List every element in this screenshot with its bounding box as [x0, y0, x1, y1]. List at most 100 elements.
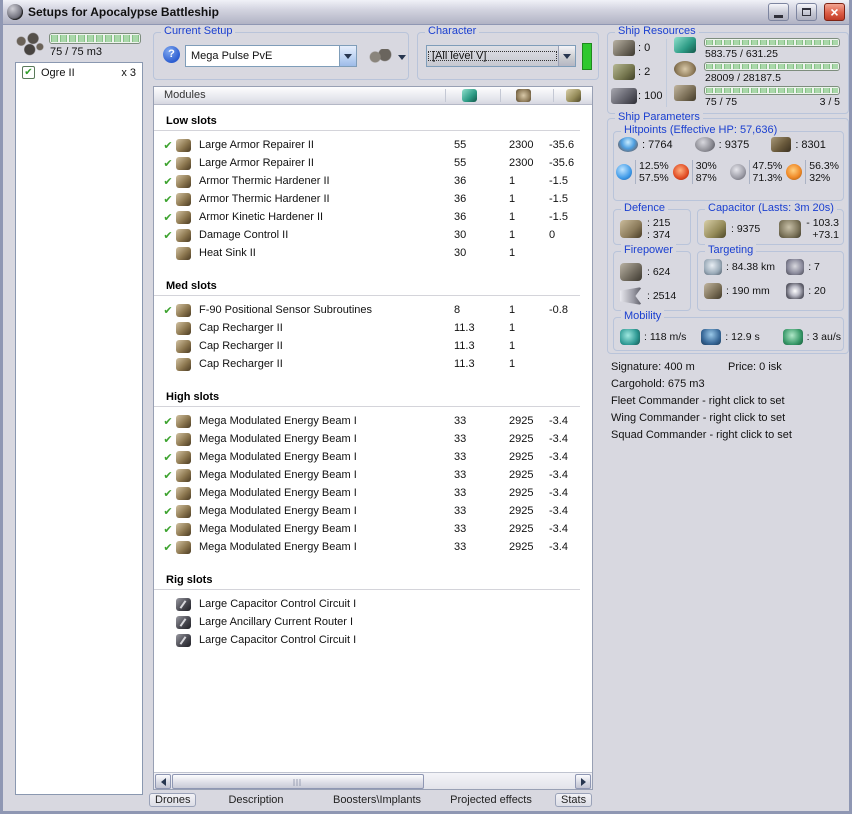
horizontal-scrollbar[interactable] — [154, 772, 592, 789]
caret-down-icon — [398, 54, 406, 60]
tab-projected[interactable]: Projected effects — [450, 794, 532, 806]
character-combo-arrow-button[interactable] — [558, 46, 575, 66]
hardener-icon — [176, 192, 191, 206]
module-name: Mega Modulated Energy Beam I — [199, 523, 357, 535]
ship-parameters-group: Ship Parameters Hitpoints (Effective HP:… — [607, 111, 849, 354]
commander-line[interactable]: Squad Commander - right click to set — [611, 427, 849, 444]
module-cap-use: -3.4 — [549, 415, 568, 427]
module-row[interactable]: Cap Recharger II 11.3 1 — [154, 355, 592, 373]
agility-icon — [701, 329, 722, 345]
module-cap-use: -3.4 — [549, 541, 568, 553]
setup-combobox-value: Mega Pulse PvE — [191, 50, 273, 62]
module-row[interactable]: Cap Recharger II 11.3 1 — [154, 337, 592, 355]
volley-icon — [620, 263, 642, 281]
module-row[interactable]: ✔ Mega Modulated Energy Beam I 33 2925 -3.4 — [154, 520, 592, 538]
rig-icon — [176, 633, 191, 647]
energy-beam-icon — [176, 504, 191, 518]
ship-menu-button[interactable] — [368, 46, 412, 68]
character-combobox[interactable]: [All level V] — [426, 45, 576, 67]
cargohold-value: Cargohold: 675 m3 — [611, 378, 705, 390]
defence-box: Defence : 215: 374 — [613, 202, 691, 245]
dps-value: : 2514 — [647, 290, 677, 302]
rig-icon — [176, 615, 191, 629]
setup-combobox[interactable]: Mega Pulse PvE — [185, 45, 357, 67]
launcher-hardpoints-free: : 2 — [638, 66, 651, 78]
module-row[interactable]: ✔ Armor Thermic Hardener II 36 1 -1.5 — [154, 190, 592, 208]
commander-line[interactable]: Fleet Commander - right click to set — [611, 393, 849, 410]
cap-recharge: +73.1 — [812, 229, 839, 241]
module-row[interactable]: Cap Recharger II 11.3 1 — [154, 319, 592, 337]
module-powergrid: 1 — [509, 340, 516, 352]
module-row[interactable]: ✔ Large Armor Repairer II 55 2300 -35.6 — [154, 154, 592, 172]
ship-info-block: Signature: 400 m Price: 0 isk Cargohold:… — [611, 359, 849, 444]
maximize-icon — [802, 8, 811, 16]
tab-boosters[interactable]: Boosters\Implants — [333, 794, 421, 806]
kinetic-resist-bottom: 71.3% — [752, 172, 783, 184]
arrow-left-icon — [160, 777, 166, 786]
module-row[interactable]: ✔ Mega Modulated Energy Beam I 33 2925 -3.4 — [154, 538, 592, 556]
module-cap-use: -3.4 — [549, 487, 568, 499]
chevron-down-icon — [344, 53, 352, 59]
hitpoints-label: Hitpoints (Effective HP: 57,636) — [621, 124, 781, 136]
cap-drain: - 103.3 — [806, 217, 839, 229]
cpu-column-icon — [462, 89, 477, 102]
module-cpu: 33 — [454, 451, 467, 463]
drone-quantity: x 3 — [121, 66, 136, 79]
section-header: Low slots — [154, 105, 580, 131]
module-powergrid: 2300 — [509, 157, 534, 169]
module-row[interactable]: ✔ F-90 Positional Sensor Subroutines 8 1 -0.… — [154, 301, 592, 319]
energy-beam-icon — [176, 540, 191, 554]
tab-drones[interactable]: Drones — [149, 793, 197, 807]
drone-bay-capacity: 75 / 75 m3 — [50, 46, 102, 58]
module-name: Damage Control II — [199, 229, 289, 241]
check-icon: ✔ — [163, 451, 173, 464]
eft-window: Setups for Apocalypse Battleship × 75 / … — [0, 0, 852, 814]
module-row[interactable]: ✔ Mega Modulated Energy Beam I 33 2925 -3.4 — [154, 412, 592, 430]
drone-list[interactable]: ✔ Ogre II x 3 — [15, 62, 143, 795]
commander-line[interactable]: Wing Commander - right click to set — [611, 410, 849, 427]
module-name: Heat Sink II — [199, 247, 256, 259]
module-cap-use: -3.4 — [549, 505, 568, 517]
ship-parameters-label: Ship Parameters — [615, 111, 703, 123]
module-cap-use: -3.4 — [549, 523, 568, 535]
scroll-right-button[interactable] — [575, 774, 591, 789]
module-row[interactable]: ✔ Mega Modulated Energy Beam I 33 2925 -3.4 — [154, 430, 592, 448]
explosive-resist-icon — [786, 164, 803, 180]
module-row[interactable]: Large Capacitor Control Circuit I — [154, 595, 592, 613]
ship-resources-group: Ship Resources : 0 : 2 : 100 583.75 / 63… — [607, 25, 849, 114]
module-row[interactable]: ✔ Mega Modulated Energy Beam I 33 2925 -3.4 — [154, 484, 592, 502]
help-icon[interactable]: ? — [163, 46, 180, 63]
maximize-button[interactable] — [796, 3, 817, 21]
title-bar[interactable]: Setups for Apocalypse Battleship × — [3, 0, 849, 25]
module-row[interactable]: ✔ Damage Control II 30 1 0 — [154, 226, 592, 244]
setup-combo-arrow-button[interactable] — [339, 46, 356, 66]
scan-resolution-icon — [704, 283, 722, 299]
modules-list[interactable]: Low slots ✔ Large Armor Repairer II 55 2300 -… — [154, 105, 592, 772]
dps-icon — [620, 287, 642, 305]
module-name: Cap Recharger II — [199, 358, 283, 370]
module-row[interactable]: Large Capacitor Control Circuit I — [154, 631, 592, 649]
module-row[interactable]: Heat Sink II 30 1 — [154, 244, 592, 262]
module-row[interactable]: ✔ Large Armor Repairer II 55 2300 -35.6 — [154, 136, 592, 154]
module-row[interactable]: ✔ Mega Modulated Energy Beam I 33 2925 -3.4 — [154, 448, 592, 466]
cap-recharger-icon — [176, 357, 191, 371]
em-resist-bottom: 57.5% — [639, 172, 669, 184]
damage-control-icon — [176, 228, 191, 242]
module-row[interactable]: ✔ Armor Kinetic Hardener II 36 1 -1.5 — [154, 208, 592, 226]
checkbox-icon[interactable]: ✔ — [22, 66, 35, 79]
divider — [445, 89, 446, 102]
module-row[interactable]: ✔ Mega Modulated Energy Beam I 33 2925 -3.4 — [154, 502, 592, 520]
module-row[interactable]: Large Ancillary Current Router I — [154, 613, 592, 631]
drone-list-item[interactable]: ✔ Ogre II x 3 — [16, 63, 142, 82]
tab-description[interactable]: Description — [228, 794, 283, 806]
firepower-box: Firepower : 624 : 2514 — [613, 244, 691, 311]
module-cpu: 11.3 — [454, 322, 475, 334]
minimize-button[interactable] — [768, 3, 789, 21]
tab-stats[interactable]: Stats — [555, 793, 593, 807]
scroll-left-button[interactable] — [155, 774, 171, 789]
scrollbar-thumb[interactable] — [172, 774, 424, 789]
module-row[interactable]: ✔ Armor Thermic Hardener II 36 1 -1.5 — [154, 172, 592, 190]
module-row[interactable]: ✔ Mega Modulated Energy Beam I 33 2925 -3.4 — [154, 466, 592, 484]
close-button[interactable]: × — [824, 3, 845, 21]
